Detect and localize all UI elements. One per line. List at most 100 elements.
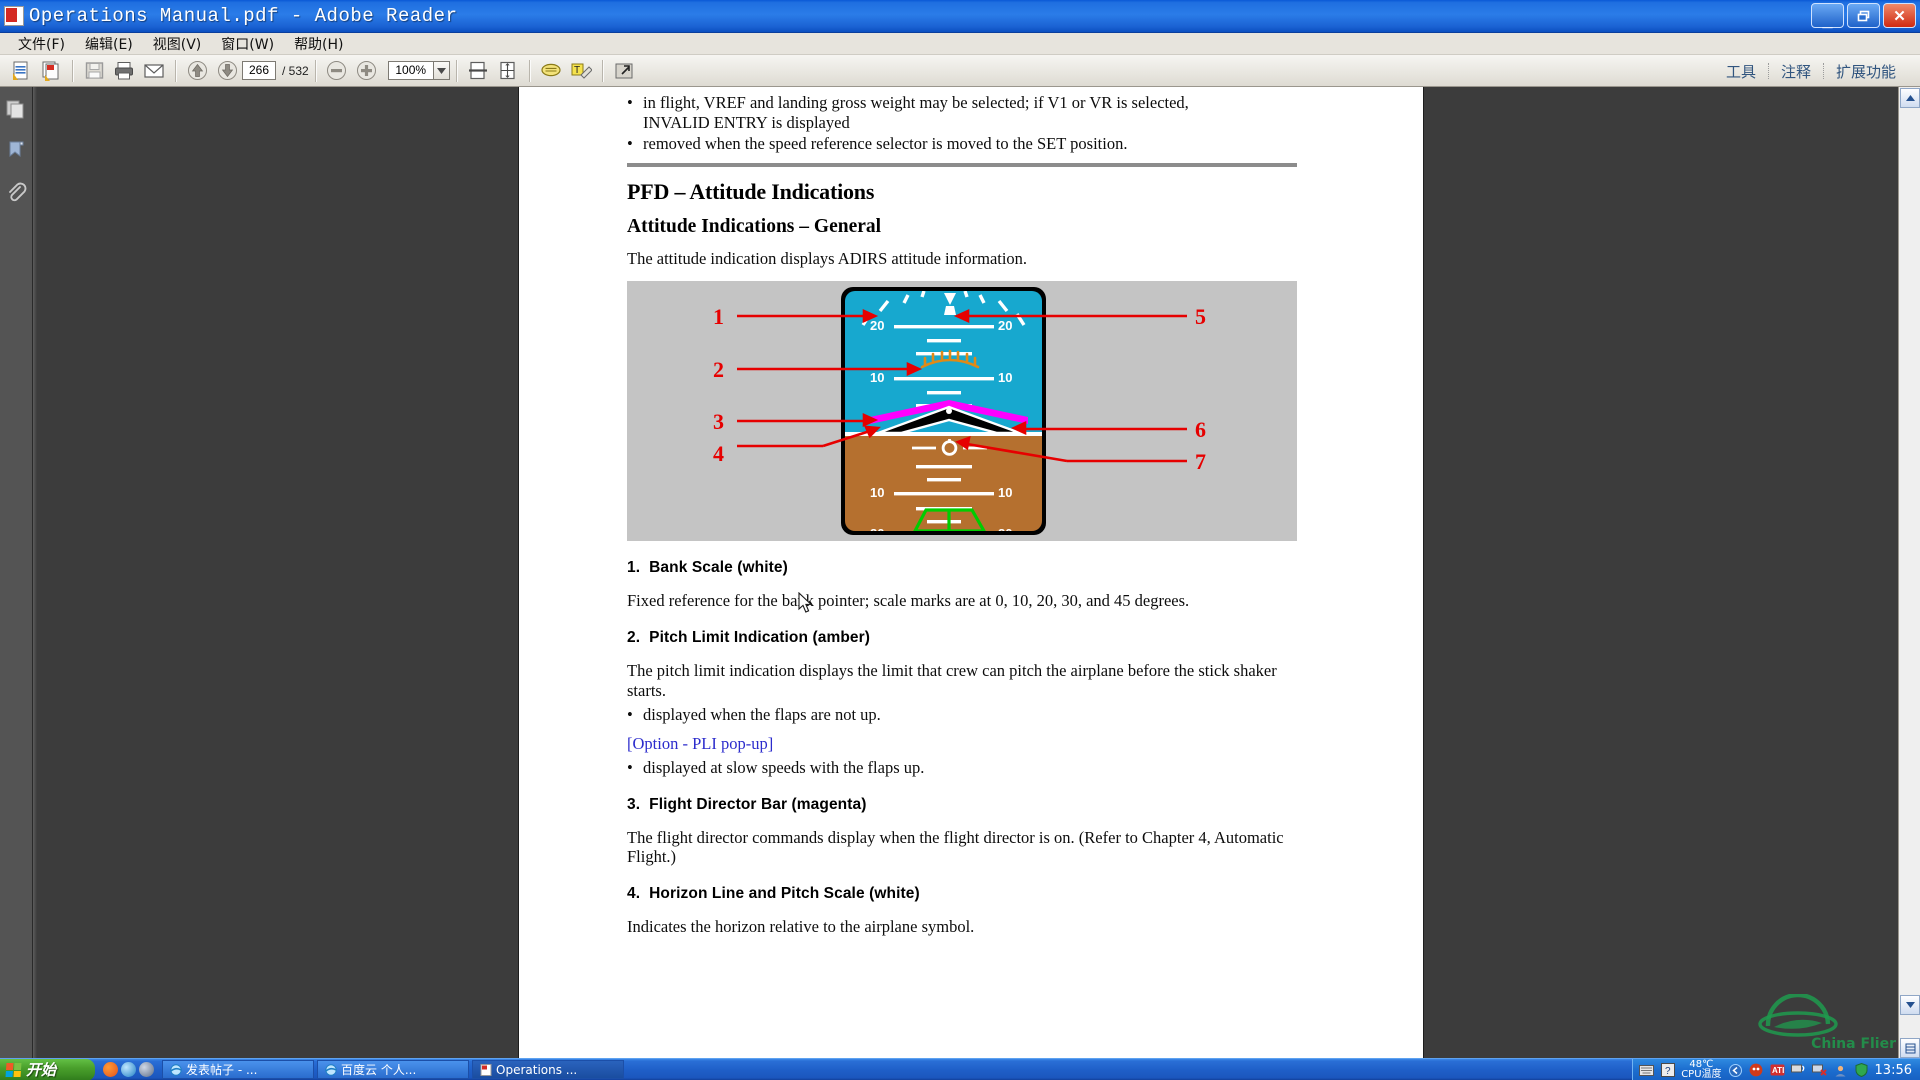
fit-visible-button[interactable] (495, 58, 521, 84)
save-disk-icon (85, 62, 103, 79)
subsection-heading: Attitude Indications – General (627, 216, 882, 238)
start-button[interactable]: 开始 (0, 1058, 95, 1080)
browser-icon[interactable] (139, 1062, 154, 1077)
page-thumbnails-icon[interactable] (4, 97, 28, 121)
adobe-reader-window: Operations Manual.pdf - Adobe Reader _ ✕… (0, 0, 1920, 1080)
email-button[interactable] (141, 58, 167, 84)
callout-1: 1 (713, 304, 724, 329)
section-heading: PFD – Attitude Indications (627, 179, 875, 205)
workspace: • in flight, VREF and landing gross weig… (0, 87, 1920, 1060)
create-pdf-icon (13, 61, 28, 80)
svg-text:ATI: ATI (1772, 1066, 1784, 1075)
bullet-item: • displayed at slow speeds with the flap… (627, 758, 1297, 777)
toolbar-separator (175, 59, 176, 82)
extended-features-button[interactable]: 扩展功能 (1824, 61, 1908, 82)
navigation-pane (0, 87, 33, 1060)
scroll-up-button[interactable] (1900, 88, 1920, 108)
page-number-input[interactable]: 266 (242, 61, 276, 80)
toolbar-separator (314, 59, 316, 82)
callout-4: 4 (713, 441, 724, 466)
callout-5: 5 (1195, 304, 1206, 329)
comment-balloon-icon (541, 63, 561, 76)
item-heading-1: 1. Bank Scale (white) (627, 559, 1297, 577)
menu-bar: 文件(F) 编辑(E) 视图(V) 窗口(W) 帮助(H) (0, 33, 1920, 55)
help-icon[interactable]: ? (1660, 1063, 1675, 1078)
read-mode-button[interactable] (611, 58, 637, 84)
taskbar-item-operations-pdf[interactable]: Operations ... (472, 1060, 624, 1079)
option-link[interactable]: [Option - PLI pop-up] (627, 734, 1297, 754)
menu-view[interactable]: 视图(V) (143, 33, 212, 55)
cpu-temp-label: CPU温度 (1681, 1069, 1722, 1080)
zoom-level-input[interactable]: 100% (387, 61, 433, 80)
callout-3: 3 (713, 409, 724, 434)
zoom-dropdown-button[interactable] (432, 61, 450, 80)
attachments-icon[interactable] (4, 181, 28, 205)
svg-text:?: ? (1665, 1066, 1671, 1077)
ie-icon[interactable] (121, 1062, 136, 1077)
item-title: Horizon Line and Pitch Scale (white) (649, 885, 920, 903)
comment-panel-button[interactable]: 注释 (1769, 61, 1823, 82)
item-number: 3. (627, 795, 641, 813)
network-disconnected-icon[interactable] (1811, 1063, 1827, 1078)
tray-expand-icon[interactable] (1728, 1063, 1743, 1078)
next-page-button[interactable] (214, 58, 240, 84)
svg-text:T: T (574, 65, 580, 76)
create-pdf-button[interactable] (8, 58, 34, 84)
maximize-restore-button[interactable] (1847, 3, 1880, 28)
fit-width-button[interactable] (465, 58, 491, 84)
ati-graphics-icon[interactable]: ATI (1770, 1063, 1785, 1078)
split-view-button[interactable] (1900, 1038, 1920, 1058)
fit-visible-icon (500, 61, 515, 80)
menu-edit[interactable]: 编辑(E) (75, 33, 143, 55)
taskbar-clock[interactable]: 13:56 (1875, 1063, 1912, 1078)
print-button[interactable] (111, 58, 137, 84)
zoom-out-button[interactable] (324, 58, 350, 84)
envelope-icon (144, 63, 164, 78)
item-title: Bank Scale (white) (649, 559, 788, 577)
item-paragraph: Fixed reference for the bank pointer; sc… (627, 591, 1190, 611)
highlight-text-button[interactable]: T (568, 58, 594, 84)
bullet-dot: • (627, 704, 633, 724)
zoom-in-button[interactable] (354, 58, 380, 84)
item-heading-4: 4. Horizon Line and Pitch Scale (white) (627, 885, 1297, 903)
vertical-scrollbar[interactable] (1898, 87, 1920, 1060)
taskbar-item-baidu[interactable]: 百度云 个人... (317, 1060, 469, 1079)
minimize-button[interactable]: _ (1811, 3, 1844, 29)
taskbar-item-forum[interactable]: 发表帖子 - ... (162, 1060, 314, 1079)
bullet-item: • removed when the speed reference selec… (627, 134, 1297, 153)
scroll-down-button[interactable] (1900, 995, 1920, 1015)
taskbar-buttons: 发表帖子 - ... 百度云 个人... Operations ... (162, 1060, 624, 1079)
pdf-page: • in flight, VREF and landing gross weig… (519, 87, 1423, 1060)
bullet-text: in flight, VREF and landing gross weight… (643, 93, 1189, 112)
bookmarks-icon[interactable] (4, 139, 28, 163)
user-account-icon[interactable] (1833, 1063, 1848, 1078)
restore-icon (1857, 10, 1870, 21)
bullet-dot: • (627, 93, 633, 112)
item-heading-2: 2. Pitch Limit Indication (amber) (627, 629, 1297, 647)
network-icon[interactable] (1790, 1063, 1806, 1078)
system-tray: ? 48℃ CPU温度 ATI 13:56 (1632, 1059, 1920, 1080)
bullet-continuation: INVALID ENTRY is displayed (627, 113, 1297, 132)
previous-page-button[interactable] (184, 58, 210, 84)
close-button[interactable]: ✕ (1883, 3, 1916, 28)
menu-window[interactable]: 窗口(W) (211, 33, 284, 55)
firefox-icon[interactable] (103, 1062, 118, 1077)
sticky-note-button[interactable] (538, 58, 564, 84)
cpu-temperature-indicator[interactable]: 48℃ CPU温度 (1681, 1060, 1721, 1080)
menu-help[interactable]: 帮助(H) (284, 33, 353, 55)
bullet-item: • displayed when the flaps are not up. (627, 705, 1297, 724)
item-title: Flight Director Bar (magenta) (649, 795, 867, 813)
pitch-label-sky-10-left: 10 (870, 370, 884, 385)
security-shield-icon[interactable] (1854, 1063, 1869, 1078)
combine-files-button[interactable] (38, 58, 64, 84)
save-button[interactable] (81, 58, 107, 84)
taskbar: 开始 发表帖子 - ... 百度云 个人... Operations ... ?… (0, 1058, 1920, 1080)
menu-file[interactable]: 文件(F) (8, 33, 75, 55)
item-number: 2. (627, 629, 641, 646)
keyboard-icon[interactable] (1639, 1063, 1655, 1078)
tools-panel-button[interactable]: 工具 (1714, 61, 1768, 82)
right-toolbar: 工具 注释 扩展功能 (1714, 55, 1908, 87)
toolbar-separator (72, 59, 73, 82)
antivirus-icon[interactable] (1749, 1063, 1764, 1078)
item-number: 1. (627, 559, 641, 577)
